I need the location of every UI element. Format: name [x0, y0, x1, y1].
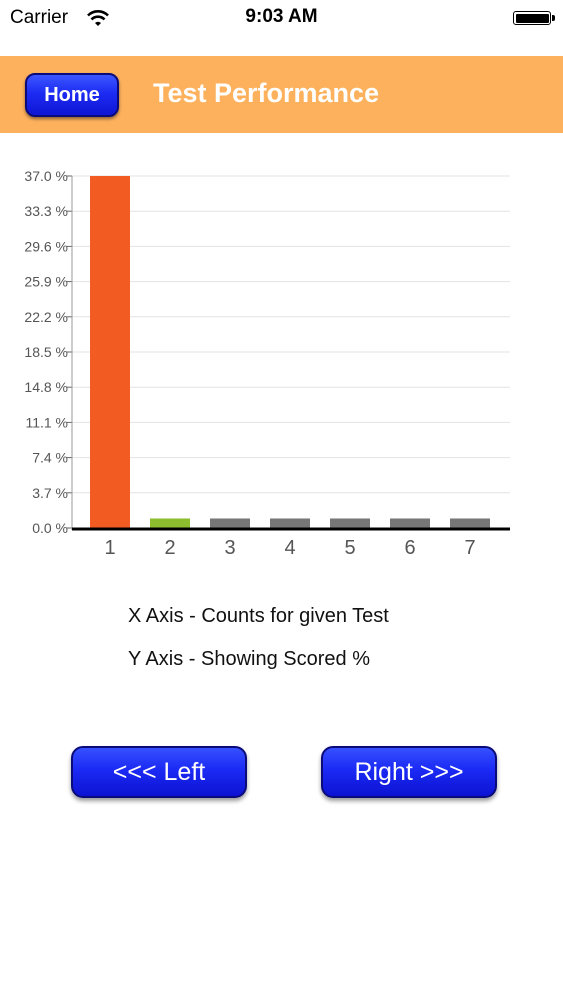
y-tick-label: 14.8 % [24, 379, 68, 395]
y-tick-label: 7.4 % [32, 450, 68, 466]
bar-6 [390, 518, 430, 528]
nav-bar: Home Test Performance [0, 56, 563, 133]
status-bar: Carrier 9:03 AM [0, 0, 563, 40]
y-tick-label: 3.7 % [32, 485, 68, 501]
y-tick-label: 22.2 % [24, 309, 68, 325]
left-button[interactable]: <<< Left [71, 746, 247, 798]
x-tick-label: 4 [284, 537, 295, 559]
y-tick-label: 25.9 % [24, 274, 68, 290]
x-axis-caption: X Axis - Counts for given Test [128, 605, 389, 627]
home-button[interactable]: Home [25, 73, 119, 117]
status-time: 9:03 AM [245, 6, 318, 27]
x-tick-label: 6 [404, 537, 415, 559]
bar-3 [210, 518, 250, 528]
bar-5 [330, 518, 370, 528]
y-tick-label: 11.1 % [25, 414, 68, 430]
right-button[interactable]: Right >>> [321, 746, 497, 798]
x-tick-label: 5 [344, 537, 355, 559]
y-tick-label: 18.5 % [24, 344, 68, 360]
page-title: Test Performance [153, 78, 380, 108]
x-tick-label: 2 [164, 537, 175, 559]
bar-7 [450, 518, 490, 528]
y-tick-label: 33.3 % [24, 203, 68, 219]
bar-2 [150, 518, 190, 528]
x-tick-label: 3 [224, 537, 235, 559]
bar-chart: 0.0 % 3.7 % 7.4 % 11.1 % 14.8 % 18.5 % 22.2 % 2… [24, 168, 510, 559]
x-tick-label: 1 [104, 537, 115, 559]
y-tick-label: 0.0 % [32, 520, 68, 536]
x-tick-label: 7 [464, 537, 475, 559]
y-axis-caption: Y Axis - Showing Scored % [128, 648, 370, 670]
bar-4 [270, 518, 310, 528]
y-tick-label: 37.0 % [24, 168, 68, 184]
bar-1 [90, 176, 130, 528]
battery-icon [513, 11, 555, 25]
y-tick-label: 29.6 % [24, 238, 68, 254]
